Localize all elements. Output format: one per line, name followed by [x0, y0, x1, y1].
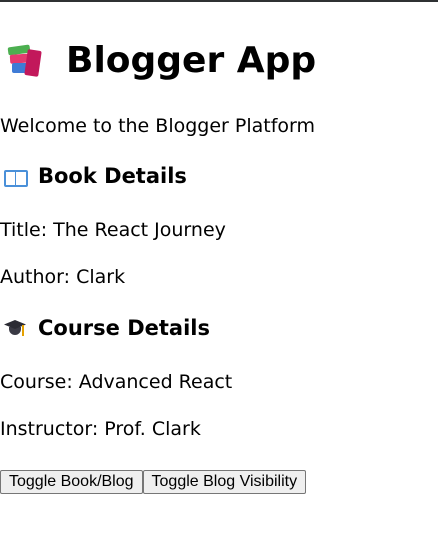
book-details-heading-text: Book Details: [38, 164, 187, 188]
page-title: Blogger App: [4, 38, 316, 84]
book-details-heading: Book Details: [3, 162, 187, 190]
course-details-heading-text: Course Details: [38, 316, 210, 340]
toggle-blog-visibility-button[interactable]: Toggle Blog Visibility: [142, 470, 307, 494]
book-author-text: Author: Clark: [0, 266, 126, 288]
course-instructor-text: Instructor: Prof. Clark: [0, 418, 201, 440]
toggle-book-blog-button[interactable]: Toggle Book/Blog: [0, 470, 143, 494]
button-row: Toggle Book/Blog Toggle Blog Visibility: [0, 470, 307, 494]
course-name-text: Course: Advanced React: [0, 371, 233, 393]
graduation-cap-icon: [3, 317, 27, 339]
welcome-text: Welcome to the Blogger Platform: [0, 115, 316, 137]
book-title-text: Title: The React Journey: [0, 219, 226, 241]
books-icon: [4, 42, 44, 80]
course-details-heading: Course Details: [3, 314, 210, 342]
page-title-text: Blogger App: [66, 40, 317, 81]
open-book-icon: [3, 167, 28, 187]
